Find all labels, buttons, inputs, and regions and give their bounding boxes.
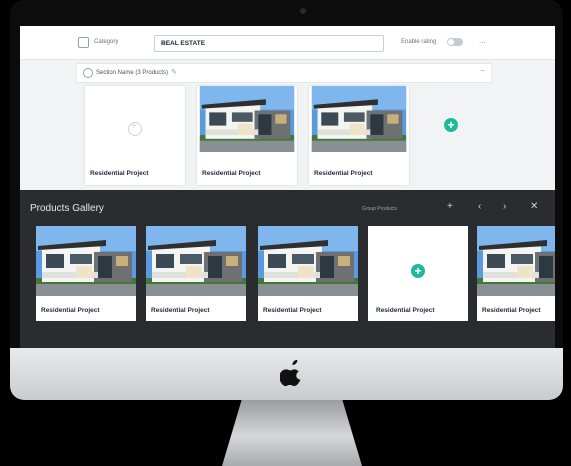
house-image (258, 226, 358, 296)
edit-icon[interactable]: ✎ (171, 68, 177, 76)
house-image (36, 226, 136, 296)
house-image (197, 86, 297, 152)
top-toolbar: Category REAL ESTATE ⌄ Enable rating ... (20, 26, 555, 60)
app-screen: Category REAL ESTATE ⌄ Enable rating ...… (20, 26, 555, 348)
group-products-label[interactable]: Group Products (362, 206, 397, 212)
collapse-icon[interactable]: – (481, 66, 485, 75)
enable-rating-toggle[interactable] (447, 38, 463, 46)
product-card-label: Residential Project (90, 170, 149, 177)
product-card-empty[interactable]: Residential Project (85, 86, 185, 185)
add-image-icon[interactable] (128, 121, 142, 136)
section-header: Section Name (3 Products) ✎ – (76, 63, 492, 83)
gallery-item[interactable]: Residential Project (146, 226, 246, 321)
add-product-button[interactable]: + (444, 118, 458, 132)
enable-rating-label: Enable rating (401, 39, 437, 45)
gallery-item[interactable]: Residential Project (258, 226, 358, 321)
gallery-item-label: Residential Project (263, 307, 322, 314)
category-icon (78, 37, 89, 48)
gallery-title: Products Gallery (30, 203, 104, 214)
product-card[interactable]: Residential Project (309, 86, 409, 185)
product-card-label: Residential Project (314, 170, 373, 177)
product-card-label: Residential Project (202, 170, 261, 177)
house-image (477, 226, 555, 296)
gallery-item-label: Residential Project (151, 307, 210, 314)
gallery-item-label: Residential Project (482, 307, 541, 314)
section-products-grid: Residential Project Residential Project … (76, 86, 490, 188)
gallery-item-add[interactable]: + Residential Project (368, 226, 468, 321)
chevron-left-icon[interactable]: ‹ (478, 201, 481, 212)
add-product-button[interactable]: + (411, 264, 425, 278)
close-icon[interactable]: ✕ (530, 201, 538, 212)
products-gallery-panel: Products Gallery Group Products + ‹ › ✕ … (20, 190, 555, 348)
chevron-right-icon[interactable]: › (503, 201, 506, 212)
gallery-item-label: Residential Project (41, 307, 100, 314)
apple-logo-icon (280, 360, 301, 387)
gallery-item[interactable]: Residential Project (477, 226, 555, 321)
gallery-item-label: Residential Project (376, 307, 435, 314)
add-icon[interactable]: + (447, 201, 453, 212)
gallery-item[interactable]: Residential Project (36, 226, 136, 321)
section-title: Section Name (3 Products) (96, 70, 169, 76)
camera-dot (300, 8, 306, 14)
house-image (146, 226, 246, 296)
house-image (309, 86, 409, 152)
monitor-stand (222, 400, 362, 466)
product-card[interactable]: Residential Project (197, 86, 297, 185)
category-label: Category (94, 39, 119, 45)
drag-handle-icon[interactable] (83, 68, 93, 78)
more-options-icon[interactable]: ... (479, 36, 486, 45)
chevron-down-icon: ⌄ (161, 40, 167, 47)
category-select[interactable]: REAL ESTATE ⌄ (154, 35, 384, 52)
